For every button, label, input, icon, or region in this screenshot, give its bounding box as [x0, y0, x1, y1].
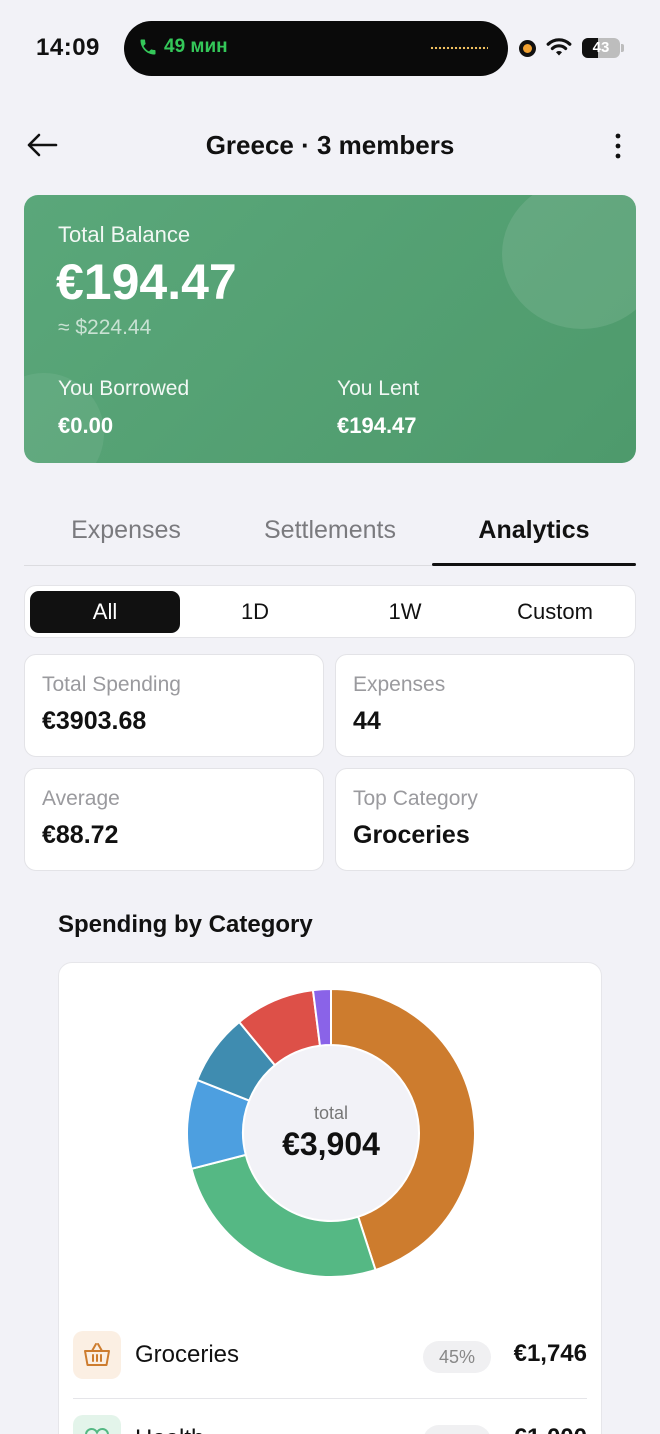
call-duration: 49 мин: [164, 36, 228, 57]
stat-value: €3903.68: [42, 707, 147, 735]
segment-custom[interactable]: Custom: [480, 591, 630, 633]
status-bar: 14:09 49 мин 43: [0, 0, 660, 96]
total-balance-amount: €194.47: [56, 254, 237, 310]
category-row-health[interactable]: Health €1,000: [73, 1403, 587, 1434]
borrowed-label: You Borrowed: [58, 377, 190, 400]
category-amount: €1,746: [513, 1340, 587, 1367]
dynamic-island[interactable]: 49 мин: [124, 21, 508, 76]
category-row-groceries[interactable]: Groceries 45% €1,746: [73, 1319, 587, 1393]
battery-icon: 43: [582, 38, 624, 58]
tab-expenses[interactable]: Expenses: [24, 516, 228, 545]
segment-1w[interactable]: 1W: [330, 591, 480, 633]
divider: [73, 1398, 587, 1399]
navigation-header: Greece · 3 members: [0, 110, 660, 180]
segment-1d[interactable]: 1D: [180, 591, 330, 633]
lent-label: You Lent: [337, 377, 420, 400]
chart-center-value: €3,904: [282, 1126, 380, 1162]
total-balance-label: Total Balance: [58, 222, 191, 247]
stat-card-expenses: Expenses 44: [335, 654, 635, 757]
category-name: Groceries: [135, 1341, 240, 1368]
audio-waveform-icon: [430, 46, 488, 50]
status-time: 14:09: [36, 34, 100, 61]
tab-analytics[interactable]: Analytics: [432, 516, 636, 545]
more-vertical-icon: [615, 133, 621, 159]
stat-value: Groceries: [353, 821, 470, 849]
active-tab-indicator: [432, 563, 636, 566]
chart-center-label: total: [313, 1103, 349, 1123]
stat-card-average: Average €88.72: [24, 768, 324, 871]
section-title: Spending by Category: [58, 911, 313, 938]
borrowed-value: €0.00: [58, 413, 114, 438]
category-name: Health: [135, 1425, 204, 1434]
category-percent-badge: [423, 1425, 491, 1434]
stat-label: Top Category: [353, 787, 478, 810]
heart-icon: [73, 1415, 121, 1434]
tab-settlements[interactable]: Settlements: [228, 516, 432, 545]
category-percent-badge: 45%: [423, 1341, 491, 1373]
more-options-button[interactable]: [602, 128, 634, 164]
tab-bar: Expenses Settlements Analytics: [24, 500, 636, 566]
segment-all[interactable]: All: [30, 591, 180, 633]
stat-value: 44: [353, 707, 381, 735]
page-title: Greece · 3 members: [205, 130, 455, 160]
stat-label: Total Spending: [42, 673, 181, 696]
phone-icon: [140, 39, 156, 55]
call-indicator[interactable]: 49 мин: [138, 36, 228, 58]
lent-value: €194.47: [337, 413, 417, 438]
basket-icon: [73, 1331, 121, 1379]
spending-chart-card: total €3,904 Groceries 45% €1,746 Health…: [58, 962, 602, 1434]
balance-card: Total Balance €194.47 ≈ $224.44 You Borr…: [24, 195, 636, 463]
stat-value: €88.72: [42, 821, 119, 849]
category-amount: €1,000: [514, 1424, 587, 1434]
period-segmented-control: All 1D 1W Custom: [24, 585, 636, 638]
recording-indicator-icon: [519, 40, 536, 57]
stat-label: Expenses: [353, 673, 446, 696]
stat-card-total-spending: Total Spending €3903.68: [24, 654, 324, 757]
converted-balance: ≈ $224.44: [58, 316, 152, 339]
stat-label: Average: [42, 787, 120, 810]
wifi-icon: [546, 38, 572, 56]
battery-level: 43: [592, 39, 610, 56]
stat-card-top-category: Top Category Groceries: [335, 768, 635, 871]
